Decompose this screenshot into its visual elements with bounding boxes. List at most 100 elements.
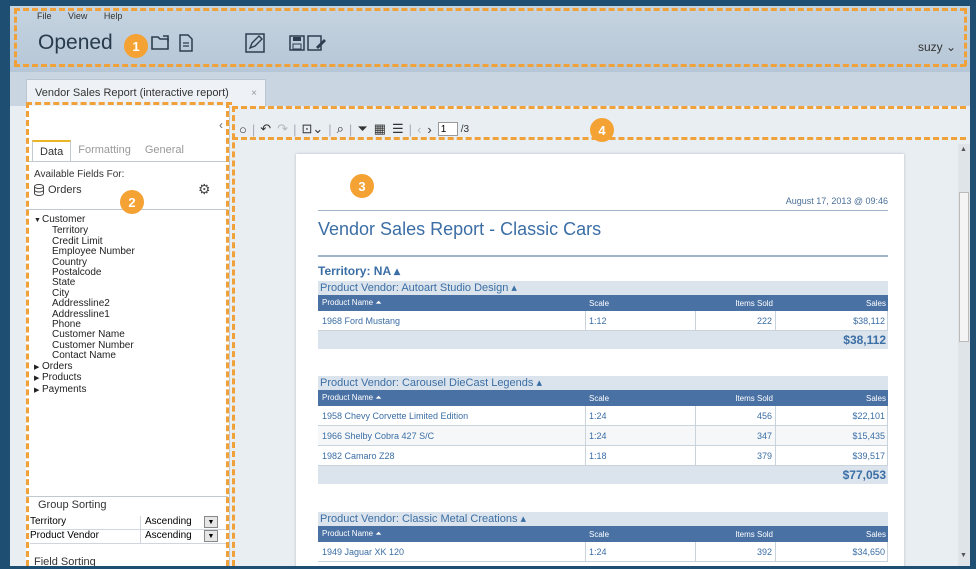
caret-right-icon: ▶ — [34, 375, 40, 383]
panel-tabs: Data Formatting General — [32, 140, 191, 162]
gear-icon[interactable]: ⚙ — [198, 181, 211, 198]
save-icon[interactable] — [286, 32, 308, 54]
prev-page-icon[interactable]: ‹ — [417, 122, 421, 137]
list-view-icon[interactable]: ☰ — [392, 121, 404, 137]
collapse-panel-icon[interactable]: ‹ — [219, 118, 223, 132]
cell-product-name: 1949 Jaguar XK 120 — [318, 542, 586, 561]
sort-row: Territory Ascending ▼ — [30, 516, 226, 530]
table-row: 1982 Camaro Z28 1:18 379 $39,517 — [318, 446, 888, 466]
field-panel: ‹ Data Formatting General Available Fiel… — [26, 106, 230, 566]
table-view-icon[interactable]: ▦ — [374, 121, 386, 137]
column-header-product-name[interactable]: Product Name ⏶ — [318, 298, 586, 308]
callout-badge-2: 2 — [120, 190, 144, 214]
new-document-icon[interactable] — [175, 32, 197, 54]
vendor-group-header[interactable]: Product Vendor: Classic Metal Creations … — [318, 512, 888, 526]
territory-group-header[interactable]: Territory: NA ▴ — [318, 264, 400, 278]
column-header-sales[interactable]: Sales — [776, 299, 888, 308]
table-row: 1968 Ford Mustang 1:12 222 $38,112 — [318, 311, 888, 331]
edit-pencil-icon[interactable] — [244, 32, 266, 54]
column-header-scale[interactable]: Scale — [586, 530, 696, 539]
tab-data[interactable]: Data — [32, 140, 72, 162]
column-header-items-sold[interactable]: Items Sold — [696, 299, 776, 308]
column-header-scale[interactable]: Scale — [586, 299, 696, 308]
redo-icon[interactable]: ↷ — [277, 121, 288, 137]
divider — [318, 210, 888, 211]
undo-icon[interactable]: ↶ — [260, 121, 271, 137]
cell-product-name: 1958 Chevy Corvette Limited Edition — [318, 406, 586, 425]
column-header-sales[interactable]: Sales — [776, 394, 888, 403]
toolbar-separator: | — [293, 121, 297, 137]
vendor-group: Product Vendor: Carousel DieCast Legends… — [318, 376, 888, 484]
table-row: 1949 Jaguar XK 120 1:24 392 $34,650 — [318, 542, 888, 562]
cell-items-sold: 379 — [696, 446, 776, 465]
caret-down-icon: ▼ — [34, 217, 41, 224]
page-number-input[interactable] — [437, 122, 458, 136]
app-frame: File View Help Opened suzy ⌄ Vendor Sale… — [10, 6, 970, 566]
sort-order-select[interactable]: Ascending — [140, 516, 204, 529]
tab-label: Vendor Sales Report (interactive report) — [35, 87, 229, 99]
toolbar-separator: | — [328, 121, 332, 137]
scrollbar-thumb[interactable] — [959, 192, 969, 342]
group-total: $77,053 — [318, 466, 888, 484]
callout-badge-4: 4 — [590, 118, 614, 142]
column-header-row: Product Name ⏶ Scale Items Sold Sales — [318, 390, 888, 406]
scroll-up-icon[interactable]: ▲ — [960, 146, 967, 153]
perspective-title[interactable]: Opened — [38, 31, 113, 55]
caret-right-icon: ▶ — [34, 386, 40, 394]
filter-icon[interactable]: ⏷ — [357, 121, 367, 137]
cell-scale: 1:24 — [586, 426, 696, 445]
user-menu[interactable]: suzy ⌄ — [918, 40, 956, 54]
report-title[interactable]: Vendor Sales Report - Classic Cars — [318, 219, 601, 240]
cell-scale: 1:24 — [586, 406, 696, 425]
field-sorting-label: Field Sorting — [34, 556, 96, 566]
vertical-scrollbar[interactable]: ▲ ▼ — [958, 144, 970, 566]
cell-sales: $34,650 — [776, 542, 888, 561]
tab-divider — [26, 161, 230, 162]
open-folder-icon[interactable] — [150, 32, 172, 54]
tab-vendor-sales-report[interactable]: Vendor Sales Report (interactive report)… — [26, 79, 266, 107]
callout-badge-1: 1 — [124, 34, 148, 58]
tab-general[interactable]: General — [138, 140, 191, 159]
vendor-group: Product Vendor: Autoart Studio Design ▴ … — [318, 281, 888, 349]
column-header-product-name[interactable]: Product Name ⏶ — [318, 529, 586, 539]
vendor-group-header[interactable]: Product Vendor: Carousel DieCast Legends… — [318, 376, 888, 390]
cell-product-name: 1966 Shelby Cobra 427 S/C — [318, 426, 586, 445]
database-icon — [34, 184, 44, 196]
menu-file[interactable]: File — [37, 11, 52, 21]
menu-help[interactable]: Help — [104, 11, 123, 21]
tree-node-payments[interactable]: ▶ Payments — [34, 384, 220, 396]
column-header-scale[interactable]: Scale — [586, 394, 696, 403]
cell-product-name: 1982 Camaro Z28 — [318, 446, 586, 465]
save-as-icon[interactable] — [306, 32, 328, 54]
tab-formatting[interactable]: Formatting — [71, 140, 138, 159]
cell-sales: $22,101 — [776, 406, 888, 425]
dropdown-arrow-icon[interactable]: ▼ — [204, 516, 218, 528]
menu-view[interactable]: View — [68, 11, 87, 21]
data-source-name: Orders — [48, 184, 82, 196]
menu-bar: File View Help — [37, 11, 136, 21]
cell-items-sold: 392 — [696, 542, 776, 561]
refresh-icon[interactable]: ○ — [239, 122, 247, 137]
sort-order-select[interactable]: Ascending — [140, 530, 204, 543]
sort-row: Product Vendor Ascending ▼ — [30, 530, 226, 544]
close-tab-icon[interactable]: × — [251, 88, 257, 99]
column-header-product-name[interactable]: Product Name ⏶ — [318, 393, 586, 403]
dropdown-arrow-icon[interactable]: ▼ — [204, 530, 218, 542]
export-icon[interactable]: ⊡⌄ — [301, 121, 323, 137]
column-header-items-sold[interactable]: Items Sold — [696, 394, 776, 403]
zoom-icon[interactable]: ⌕ — [337, 121, 344, 137]
next-page-icon[interactable]: › — [427, 122, 431, 137]
scroll-down-icon[interactable]: ▼ — [960, 552, 967, 559]
table-row: 1958 Chevy Corvette Limited Edition 1:24… — [318, 406, 888, 426]
cell-sales: $38,112 — [776, 311, 888, 330]
toolbar-separator: | — [348, 121, 353, 137]
column-header-items-sold[interactable]: Items Sold — [696, 530, 776, 539]
data-source[interactable]: Orders — [34, 184, 82, 196]
vendor-group-header[interactable]: Product Vendor: Autoart Studio Design ▴ — [318, 281, 888, 295]
cell-scale: 1:18 — [586, 446, 696, 465]
app-header: File View Help Opened suzy ⌄ — [10, 6, 970, 72]
group-total: $38,112 — [318, 331, 888, 349]
column-header-sales[interactable]: Sales — [776, 530, 888, 539]
field-tree: ▼Customer Territory Credit Limit Employe… — [26, 209, 228, 497]
cell-scale: 1:12 — [586, 311, 696, 330]
